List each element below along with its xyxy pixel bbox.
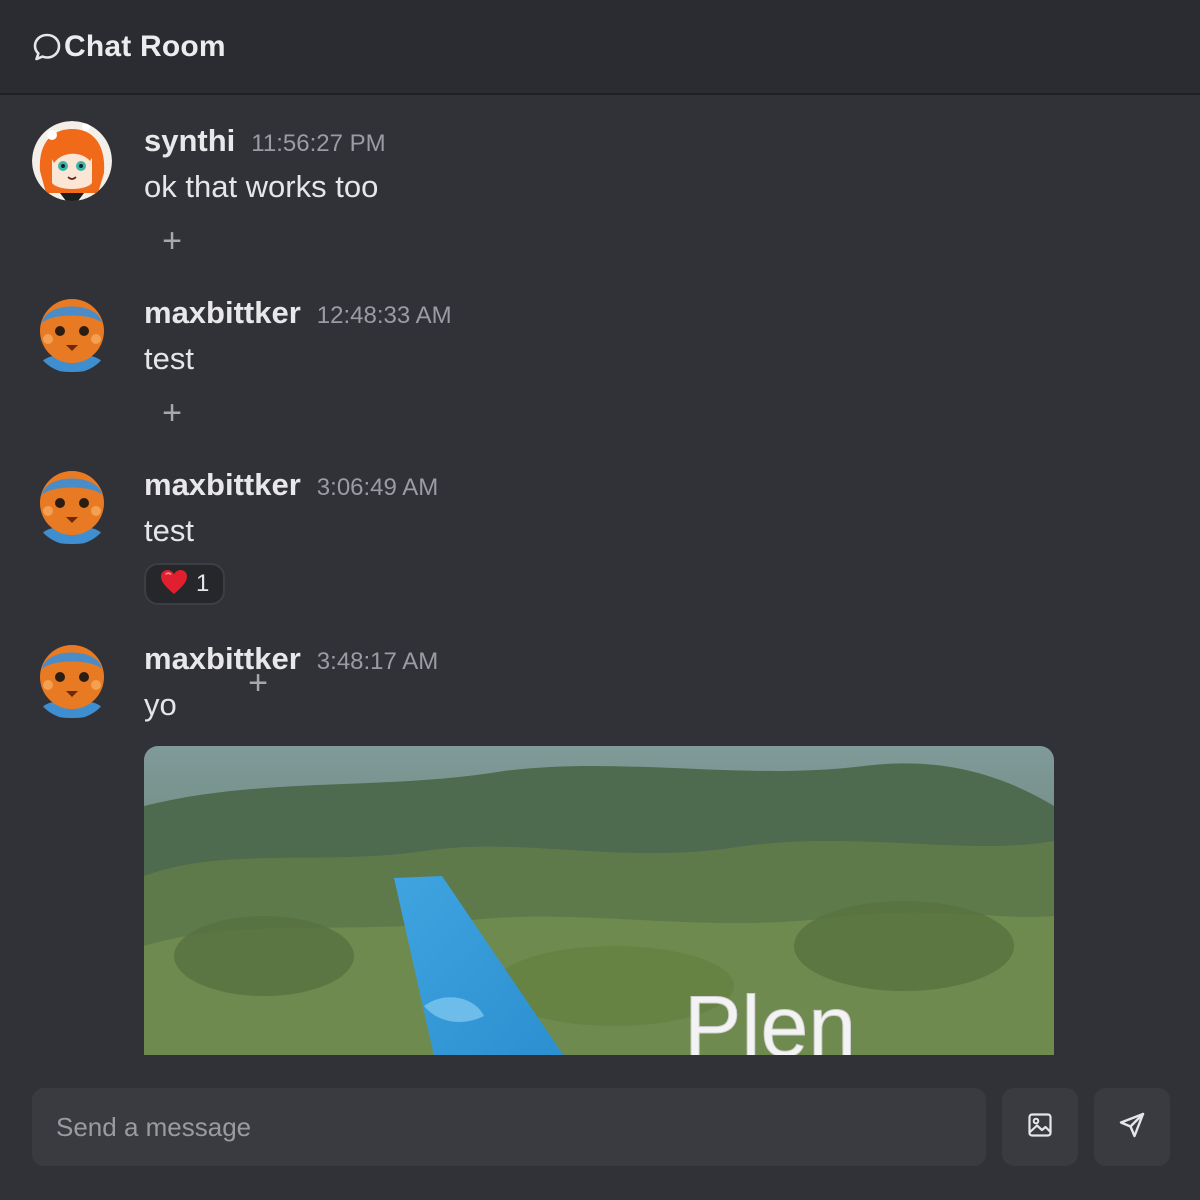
timestamp: 3:06:49 AM (316, 474, 439, 501)
username[interactable]: maxbittker (144, 641, 301, 677)
message-header: synthi 11:56:27 PM (144, 123, 386, 159)
message-text: test (144, 513, 194, 548)
attachment-caption: Plen (684, 979, 856, 1055)
message-text: yo (144, 687, 177, 722)
heart-icon (160, 569, 188, 600)
attach-image-button[interactable] (1002, 1088, 1078, 1166)
header-bar: Chat Room (0, 0, 1200, 95)
image-icon (1027, 1112, 1053, 1143)
message-header: maxbittker 12:48:33 AM (144, 295, 452, 331)
message-header: maxbittker 3:06:49 AM (144, 467, 438, 503)
username[interactable]: maxbittker (144, 295, 301, 331)
avatar[interactable] (32, 121, 112, 201)
avatar[interactable] (32, 465, 112, 545)
message-text: test (144, 341, 194, 376)
send-icon (1118, 1111, 1146, 1144)
send-button[interactable] (1094, 1088, 1170, 1166)
message-list[interactable]: synthi 11:56:27 PM ok that works too + m… (0, 97, 1200, 1055)
page-title: Chat Room (64, 29, 226, 63)
add-reaction-button[interactable]: + (154, 395, 190, 431)
timestamp: 11:56:27 PM (251, 130, 386, 157)
image-attachment[interactable]: Plen (144, 746, 1054, 1055)
reaction-count: 1 (196, 570, 210, 597)
username[interactable]: synthi (144, 123, 235, 159)
username[interactable]: maxbittker (144, 467, 301, 503)
avatar[interactable] (32, 293, 112, 373)
avatar[interactable] (32, 639, 112, 719)
add-reaction-button[interactable]: + (154, 223, 190, 259)
message-header: maxbittker 3:48:17 AM (144, 641, 438, 677)
message-input[interactable] (32, 1088, 986, 1166)
message-text: ok that works too (144, 169, 379, 204)
chat-bubble-icon (32, 32, 62, 62)
timestamp: 12:48:33 AM (316, 302, 452, 329)
timestamp: 3:48:17 AM (316, 648, 439, 675)
reaction-heart[interactable]: 1 (144, 563, 226, 605)
